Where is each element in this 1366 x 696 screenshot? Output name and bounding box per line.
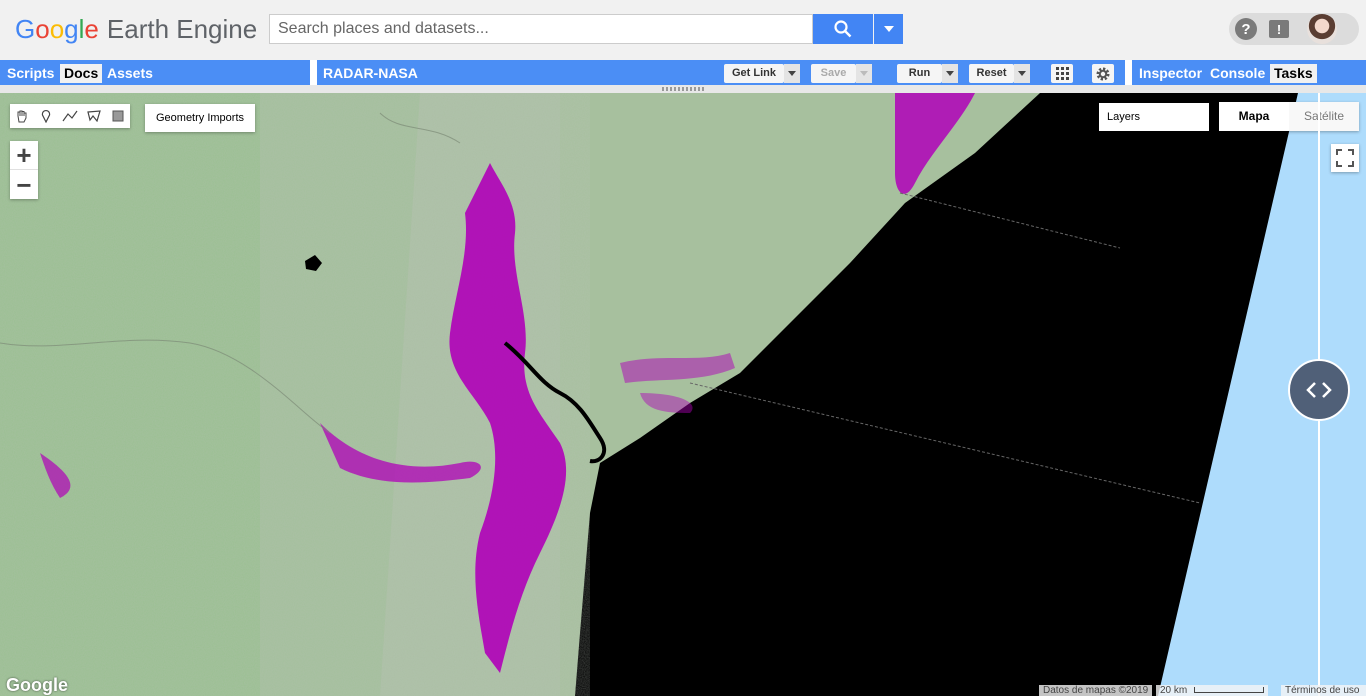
save-button[interactable]: Save bbox=[811, 64, 856, 83]
search-button[interactable] bbox=[813, 14, 873, 44]
help-icon[interactable]: ? bbox=[1235, 18, 1257, 40]
zoom-out-button[interactable]: − bbox=[10, 170, 38, 199]
scale-bar bbox=[1194, 687, 1265, 694]
zoom-control: + − bbox=[10, 141, 38, 199]
scale-label: 20 km bbox=[1160, 685, 1188, 696]
app-header: Google Earth Engine ? ! bbox=[0, 0, 1366, 60]
search-input[interactable] bbox=[269, 14, 813, 44]
logo-letter: o bbox=[49, 14, 65, 44]
logo-letter: G bbox=[15, 14, 36, 44]
split-handle[interactable] bbox=[1288, 359, 1350, 421]
tab-tasks[interactable]: Tasks bbox=[1270, 64, 1317, 83]
tab-console[interactable]: Console bbox=[1206, 64, 1269, 83]
hand-icon[interactable] bbox=[11, 105, 33, 127]
map-scale: 20 km bbox=[1156, 685, 1268, 696]
terms-link[interactable]: Términos de uso bbox=[1281, 685, 1366, 696]
reset-dropdown[interactable] bbox=[1014, 64, 1030, 83]
fullscreen-button[interactable] bbox=[1331, 144, 1359, 172]
search-options-button[interactable] bbox=[874, 14, 903, 44]
fullscreen-icon bbox=[1336, 149, 1354, 167]
product-name: Earth Engine bbox=[106, 14, 258, 44]
tab-inspector[interactable]: Inspector bbox=[1135, 64, 1206, 83]
line-icon[interactable] bbox=[59, 105, 81, 127]
google-watermark: Google bbox=[6, 675, 68, 695]
radar-imagery bbox=[0, 93, 1366, 696]
search-icon bbox=[834, 20, 852, 38]
rectangle-icon[interactable] bbox=[107, 105, 129, 127]
map-type-satelite[interactable]: Satélite bbox=[1289, 102, 1359, 131]
chevron-down-icon bbox=[883, 26, 894, 32]
account-controls: ? ! bbox=[1229, 13, 1359, 45]
get-link-dropdown[interactable] bbox=[784, 64, 800, 83]
run-dropdown[interactable] bbox=[942, 64, 958, 83]
tab-assets[interactable]: Assets bbox=[103, 64, 157, 83]
logo-letter: g bbox=[64, 14, 79, 44]
run-button[interactable]: Run bbox=[897, 64, 942, 83]
tab-scripts[interactable]: Scripts bbox=[3, 64, 58, 83]
map-type-control: Mapa Satélite bbox=[1219, 102, 1359, 131]
script-title: RADAR-NASA bbox=[323, 65, 418, 81]
geometry-imports-button[interactable]: Geometry Imports bbox=[145, 104, 255, 132]
avatar[interactable] bbox=[1307, 14, 1337, 44]
gear-icon bbox=[1096, 67, 1110, 80]
panel-splitter[interactable] bbox=[0, 85, 1366, 93]
logo-letter: o bbox=[35, 14, 50, 44]
split-arrows-icon bbox=[1306, 382, 1332, 398]
logo-letter: e bbox=[84, 14, 99, 44]
zoom-in-button[interactable]: + bbox=[10, 141, 38, 170]
splitter-grip[interactable] bbox=[662, 87, 704, 91]
layers-button[interactable]: Layers bbox=[1099, 103, 1209, 131]
reset-button[interactable]: Reset bbox=[969, 64, 1014, 83]
tab-docs[interactable]: Docs bbox=[60, 64, 103, 83]
settings-button[interactable] bbox=[1092, 64, 1114, 83]
map-type-mapa[interactable]: Mapa bbox=[1219, 102, 1289, 131]
polygon-icon[interactable] bbox=[83, 105, 105, 127]
save-dropdown[interactable] bbox=[856, 64, 872, 83]
drawing-tools bbox=[10, 104, 130, 128]
map-attribution: Datos de mapas ©2019 bbox=[1039, 685, 1153, 696]
feedback-icon[interactable]: ! bbox=[1269, 20, 1289, 38]
apps-grid-button[interactable] bbox=[1051, 64, 1073, 83]
map-canvas[interactable]: Geometry Imports + − Layers Mapa Satélit… bbox=[0, 93, 1366, 696]
marker-icon[interactable] bbox=[35, 105, 57, 127]
earth-engine-logo[interactable]: Google Earth Engine bbox=[15, 14, 257, 46]
get-link-button[interactable]: Get Link bbox=[724, 64, 784, 83]
